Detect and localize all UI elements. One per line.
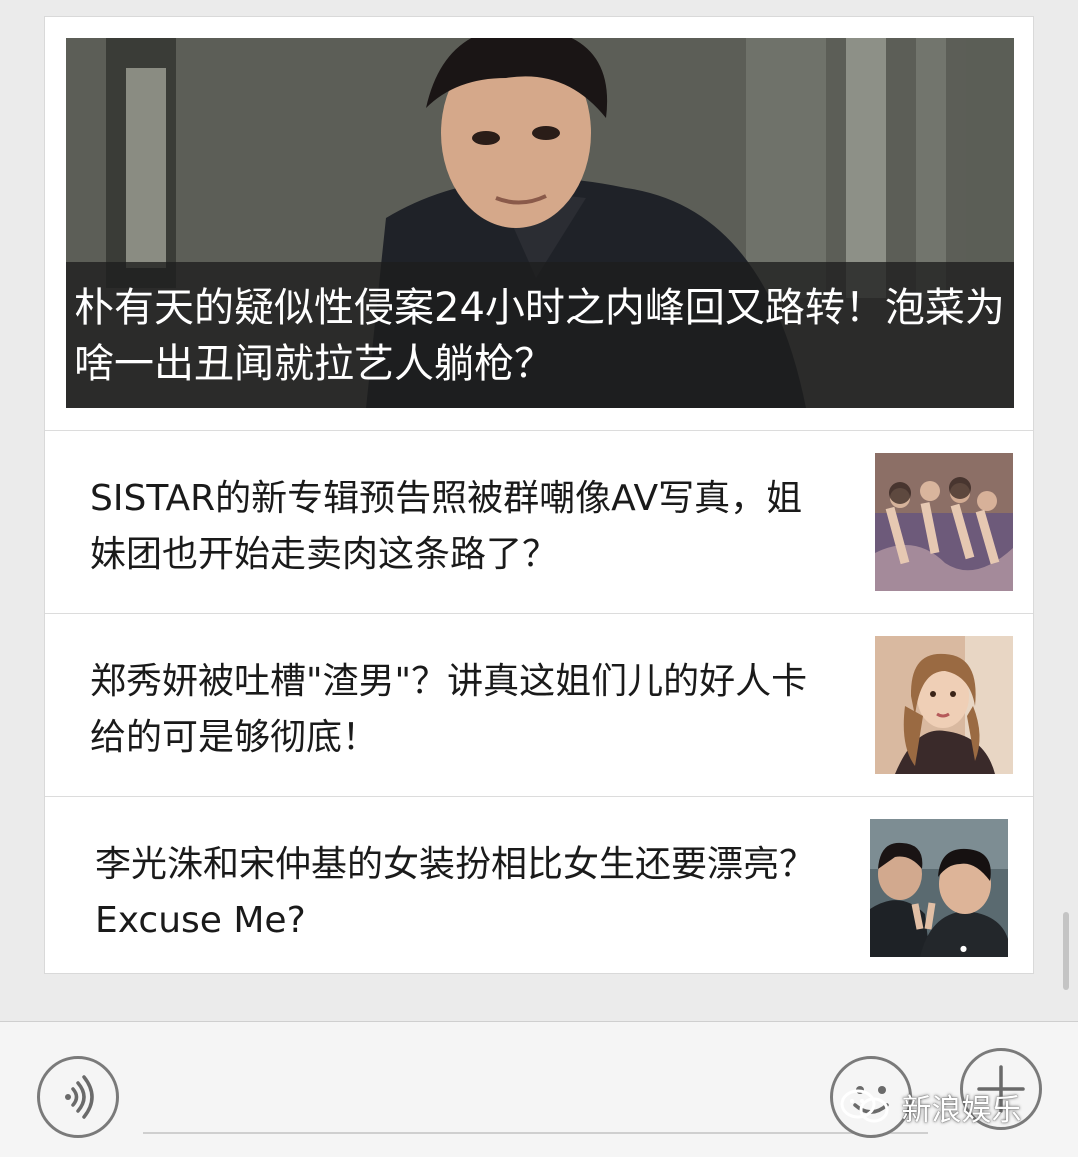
article-card: 朴有天的疑似性侵案24小时之内峰回又路转！泡菜为啥一出丑闻就拉艺人躺枪？ SIS… [44,16,1034,974]
voice-button[interactable] [37,1056,119,1138]
watermark-text: 新浪娱乐 [901,1093,1022,1128]
article-title: 郑秀妍被吐槽"渣男"？讲真这姐们儿的好人卡给的可是够彻底！ [90,661,808,758]
wechat-icon [840,1089,889,1123]
list-item[interactable]: SISTAR的新专辑预告照被群嘲像AV写真，姐妹团也开始走卖肉这条路了？ [45,430,1033,612]
hero-caption: 朴有天的疑似性侵案24小时之内峰回又路转！泡菜为啥一出丑闻就拉艺人躺枪？ [66,262,1014,408]
list-item[interactable]: 郑秀妍被吐槽"渣男"？讲真这姐们儿的好人卡给的可是够彻底！ [45,613,1033,795]
selfie-thumbnail: ● [870,819,1008,957]
hero-article[interactable]: 朴有天的疑似性侵案24小时之内峰回又路转！泡菜为啥一出丑闻就拉艺人躺枪？ [66,38,1014,408]
watermark: 新浪娱乐 [838,1085,1022,1129]
hero-title: 朴有天的疑似性侵案24小时之内峰回又路转！泡菜为啥一出丑闻就拉艺人躺枪？ [74,285,1005,387]
message-input[interactable] [143,1132,928,1134]
svg-text:●: ● [960,944,967,953]
article-title: 李光洙和宋仲基的女装扮相比女生还要漂亮？Excuse Me? [95,844,816,941]
list-item[interactable]: 李光洙和宋仲基的女装扮相比女生还要漂亮？Excuse Me? ● [45,796,1033,978]
chat-input-bar: 新浪娱乐 [0,1021,1078,1157]
woman-portrait-thumbnail [875,636,1013,774]
group-photo-thumbnail [875,453,1013,591]
voice-icon [65,1075,94,1119]
article-title: SISTAR的新专辑预告照被群嘲像AV写真，姐妹团也开始走卖肉这条路了？ [90,478,803,575]
scrollbar[interactable] [1063,912,1069,990]
